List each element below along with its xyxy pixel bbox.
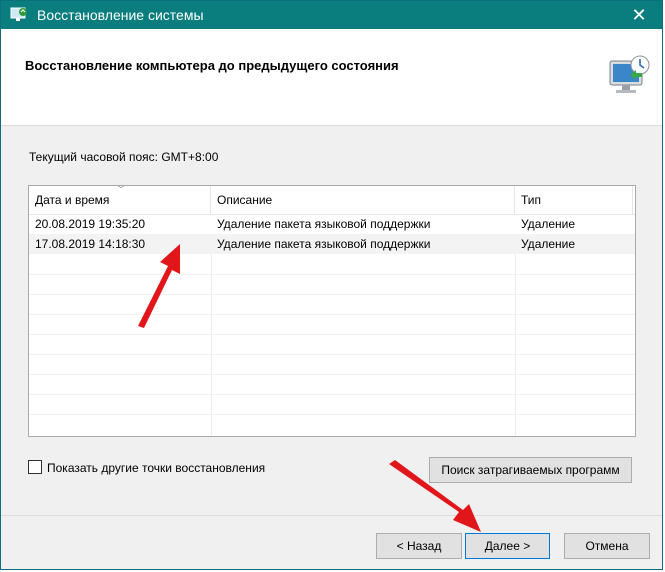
footer-divider bbox=[1, 515, 662, 516]
system-restore-window: Восстановление системы ✕ Восстановление … bbox=[0, 0, 663, 570]
page-title: Восстановление компьютера до предыдущего… bbox=[25, 58, 399, 73]
scan-affected-programs-button[interactable]: Поиск затрагиваемых программ bbox=[429, 457, 632, 483]
show-more-label: Показать другие точки восстановления bbox=[47, 461, 266, 475]
table-body: 20.08.2019 19:35:20 Удаление пакета язык… bbox=[29, 214, 635, 254]
table-header: Дата и время ﹀ Описание Тип bbox=[29, 186, 635, 215]
title-bar[interactable]: Восстановление системы ✕ bbox=[1, 1, 662, 29]
column-header-type[interactable]: Тип bbox=[515, 186, 633, 214]
cell-description: Удаление пакета языковой поддержки bbox=[217, 217, 431, 231]
sort-chevron-down-icon: ﹀ bbox=[117, 185, 125, 194]
restore-points-table[interactable]: Дата и время ﹀ Описание Тип 20.08.2019 1… bbox=[28, 185, 636, 437]
table-row[interactable]: 20.08.2019 19:35:20 Удаление пакета язык… bbox=[29, 214, 635, 234]
system-restore-icon bbox=[10, 7, 27, 21]
wizard-header: Восстановление компьютера до предыдущего… bbox=[1, 29, 662, 126]
cell-date: 20.08.2019 19:35:20 bbox=[35, 217, 146, 231]
cell-type: Удаление bbox=[521, 217, 576, 231]
window-title: Восстановление системы bbox=[37, 7, 204, 23]
cell-type: Удаление bbox=[521, 237, 576, 251]
table-row[interactable]: 17.08.2019 14:18:30 Удаление пакета язык… bbox=[29, 234, 635, 254]
next-button[interactable]: Далее > bbox=[465, 533, 550, 559]
cancel-button[interactable]: Отмена bbox=[564, 533, 650, 559]
timezone-label: Текущий часовой пояс: GMT+8:00 bbox=[29, 150, 219, 164]
cell-description: Удаление пакета языковой поддержки bbox=[217, 237, 431, 251]
monitor-restore-icon bbox=[609, 55, 650, 93]
column-header-date[interactable]: Дата и время ﹀ bbox=[29, 186, 211, 214]
cell-date: 17.08.2019 14:18:30 bbox=[35, 237, 146, 251]
show-more-checkbox[interactable] bbox=[28, 460, 42, 474]
empty-grid-area bbox=[29, 254, 635, 436]
column-date-label: Дата и время bbox=[35, 193, 110, 207]
column-type-label: Тип bbox=[521, 193, 542, 207]
close-button[interactable]: ✕ bbox=[616, 1, 662, 29]
column-header-description[interactable]: Описание bbox=[211, 186, 515, 214]
column-description-label: Описание bbox=[217, 193, 273, 207]
back-button[interactable]: < Назад bbox=[376, 533, 462, 559]
